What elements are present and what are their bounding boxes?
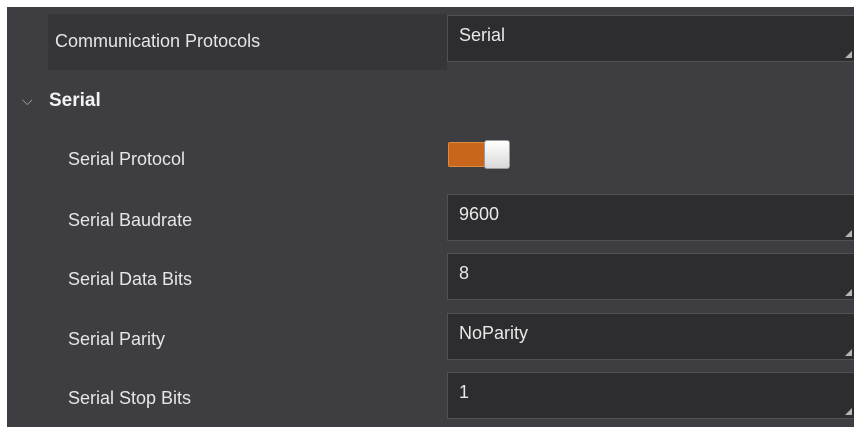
resize-grip-icon: [845, 230, 852, 237]
resize-grip-icon: [845, 408, 852, 415]
serial-stop-bits-label: Serial Stop Bits: [68, 388, 192, 408]
serial-parity-select[interactable]: NoParity: [447, 313, 854, 360]
serial-protocol-toggle[interactable]: [448, 140, 512, 170]
serial-stop-bits-select[interactable]: 1: [447, 372, 854, 419]
communication-protocols-label: Communication Protocols: [55, 31, 261, 51]
communication-protocols-value: Serial: [459, 25, 506, 45]
chevron-down-icon[interactable]: ⌵: [22, 92, 33, 109]
resize-grip-icon: [845, 349, 852, 356]
serial-section-header[interactable]: ⌵ Serial: [7, 82, 854, 122]
serial-stop-bits-value: 1: [459, 382, 470, 402]
serial-parity-label: Serial Parity: [68, 329, 166, 349]
resize-grip-icon: [845, 289, 852, 296]
serial-baudrate-select[interactable]: 9600: [447, 194, 854, 241]
serial-protocol-label: Serial Protocol: [68, 149, 186, 169]
communication-protocols-select[interactable]: Serial: [447, 15, 854, 62]
serial-data-bits-select[interactable]: 8: [447, 253, 854, 300]
serial-data-bits-label: Serial Data Bits: [68, 269, 193, 289]
serial-parity-value: NoParity: [459, 323, 529, 343]
resize-grip-icon: [845, 51, 852, 58]
section-title: Serial: [49, 90, 101, 111]
properties-panel: Communication Protocols Serial ⌵ Serial …: [7, 7, 854, 427]
serial-data-bits-value: 8: [459, 263, 470, 283]
serial-baudrate-label: Serial Baudrate: [68, 210, 193, 230]
serial-baudrate-value: 9600: [459, 204, 500, 224]
toggle-knob: [484, 140, 510, 169]
